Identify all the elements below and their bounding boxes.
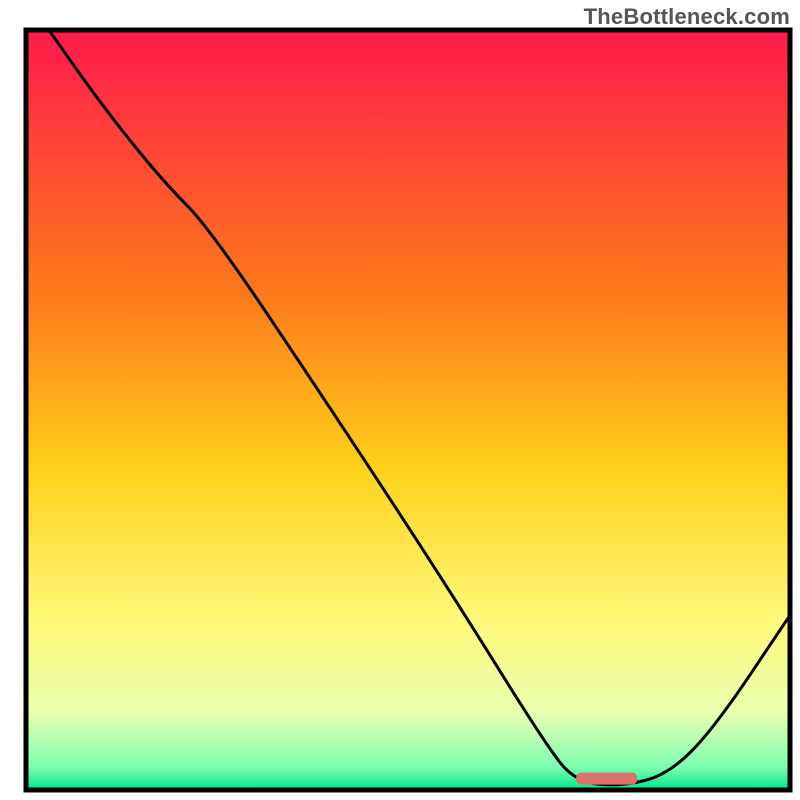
watermark-text: TheBottleneck.com — [584, 4, 790, 30]
bottleneck-chart — [0, 0, 800, 800]
optimal-range-marker — [576, 773, 637, 785]
plot-background — [26, 30, 790, 790]
chart-container: { "watermark": "TheBottleneck.com", "cha… — [0, 0, 800, 800]
